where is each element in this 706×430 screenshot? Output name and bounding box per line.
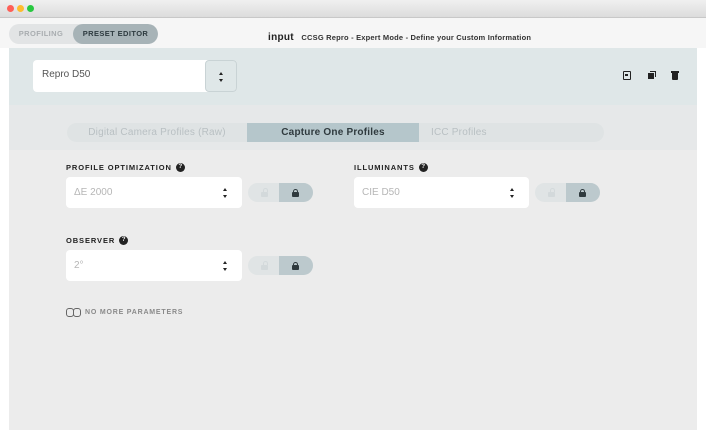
mode-switch: PROFILING PRESET EDITOR (9, 24, 158, 44)
tab-capture-one-profiles[interactable]: Capture One Profiles (247, 123, 419, 142)
observer-value: 2° (74, 260, 84, 271)
profile-optimization-label: PROFILE OPTIMIZATION ? (66, 162, 185, 172)
tab-icc-profiles[interactable]: ICC Profiles (419, 123, 604, 142)
profile-optimization-group: PROFILE OPTIMIZATION ? (66, 162, 185, 172)
header-subtitle: CCSG Repro - Expert Mode - Define your C… (301, 33, 532, 42)
duplicate-icon[interactable] (647, 71, 656, 80)
profile-optimization-value: ΔE 2000 (74, 187, 113, 198)
app-header: PROFILING PRESET EDITOR input CCSG Repro… (0, 18, 706, 48)
help-icon[interactable]: ? (418, 162, 428, 172)
window-titlebar (0, 0, 706, 18)
help-icon[interactable]: ? (175, 162, 185, 172)
zoom-window-button[interactable] (27, 5, 34, 12)
lock-option[interactable] (566, 183, 600, 202)
delete-icon[interactable] (671, 71, 679, 80)
observer-group: OBSERVER ? (66, 235, 129, 245)
minimize-window-button[interactable] (17, 5, 24, 12)
profile-optimization-label-text: PROFILE OPTIMIZATION (66, 162, 172, 172)
observer-lock-toggle[interactable] (248, 256, 313, 275)
mode-profiling-tab[interactable]: PROFILING (9, 24, 73, 44)
observer-label-text: OBSERVER (66, 235, 116, 245)
preset-select[interactable]: Repro D50 (33, 60, 237, 92)
close-window-button[interactable] (7, 5, 14, 12)
no-more-parameters: NO MORE PARAMETERS (66, 308, 184, 317)
updown-arrows-icon (510, 188, 516, 198)
lock-icon (292, 189, 299, 197)
mode-preset-editor-tab[interactable]: PRESET EDITOR (73, 24, 158, 44)
no-more-parameters-text: NO MORE PARAMETERS (85, 308, 184, 316)
unlock-icon (548, 188, 555, 197)
unlock-icon (261, 188, 268, 197)
illuminants-group: ILLUMINANTS ? (354, 162, 428, 172)
help-icon[interactable]: ? (119, 235, 129, 245)
illuminants-label-text: ILLUMINANTS (354, 162, 415, 172)
unlock-icon (261, 261, 268, 270)
observer-select[interactable]: 2° (66, 250, 242, 281)
updown-arrows-icon (223, 261, 229, 271)
illuminants-lock-toggle[interactable] (535, 183, 600, 202)
preset-select-value: Repro D50 (42, 69, 91, 80)
header-title: input CCSG Repro - Expert Mode - Define … (268, 27, 531, 45)
illuminants-value: CIE D50 (362, 187, 400, 198)
illuminants-label: ILLUMINANTS ? (354, 162, 428, 172)
lock-option[interactable] (279, 256, 313, 275)
save-icon[interactable] (623, 71, 631, 80)
profile-optimization-select[interactable]: ΔE 2000 (66, 177, 242, 208)
lock-option[interactable] (279, 183, 313, 202)
profile-optimization-lock-toggle[interactable] (248, 183, 313, 202)
updown-arrows-icon (219, 72, 225, 82)
app-name: input (268, 32, 294, 43)
main-panel: Repro D50 Digital Camera Profiles (Raw) … (9, 48, 697, 430)
observer-label: OBSERVER ? (66, 235, 129, 245)
lock-icon (579, 189, 586, 197)
mask-icon (66, 308, 81, 317)
preset-bar: Repro D50 (9, 48, 697, 105)
tab-digital-camera-profiles[interactable]: Digital Camera Profiles (Raw) (67, 123, 247, 142)
illuminants-select[interactable]: CIE D50 (354, 177, 529, 208)
unlock-option[interactable] (248, 183, 279, 202)
profile-type-band: Digital Camera Profiles (Raw) Capture On… (9, 105, 697, 150)
lock-icon (292, 262, 299, 270)
preset-select-arrow[interactable] (205, 60, 237, 92)
updown-arrows-icon (223, 188, 229, 198)
profile-type-tabs: Digital Camera Profiles (Raw) Capture On… (67, 123, 604, 142)
unlock-option[interactable] (248, 256, 279, 275)
unlock-option[interactable] (535, 183, 566, 202)
